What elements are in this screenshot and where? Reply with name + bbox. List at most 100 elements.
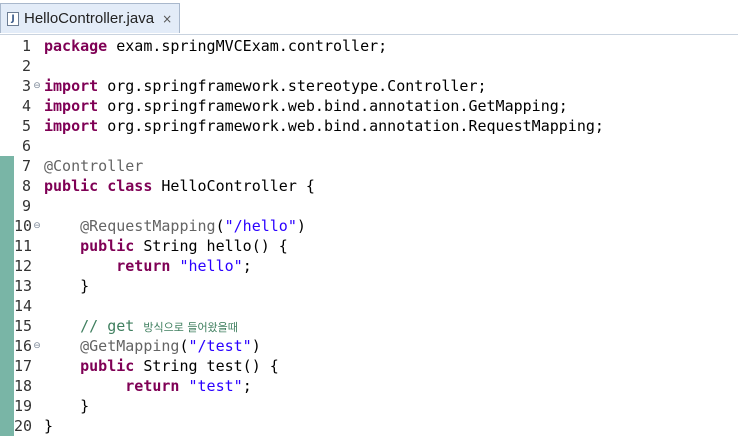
code-text[interactable]: @RequestMapping("/hello") xyxy=(44,216,306,236)
close-icon[interactable]: × xyxy=(162,12,172,26)
change-ruler-marker xyxy=(0,36,14,56)
code-line[interactable]: 2 xyxy=(0,56,738,76)
change-ruler-marker xyxy=(0,156,14,176)
code-text[interactable]: @Controller xyxy=(44,156,143,176)
code-text[interactable]: import org.springframework.stereotype.Co… xyxy=(44,76,487,96)
change-ruler-marker xyxy=(0,116,14,136)
line-number: 15 xyxy=(14,317,33,335)
code-line[interactable]: 19 } xyxy=(0,396,738,416)
code-line[interactable]: 13 } xyxy=(0,276,738,296)
change-ruler-marker xyxy=(0,316,14,336)
code-editor[interactable]: 1 package exam.springMVCExam.controller; 2… xyxy=(0,35,738,436)
code-text[interactable]: package exam.springMVCExam.controller; xyxy=(44,36,387,56)
code-text[interactable]: return "hello"; xyxy=(44,256,252,276)
line-number: 3 xyxy=(21,77,31,95)
line-number: 5 xyxy=(21,117,31,135)
line-number: 8 xyxy=(21,177,31,195)
code-token: // get xyxy=(80,317,144,335)
code-token: return xyxy=(125,377,180,395)
code-text[interactable]: @GetMapping("/test") xyxy=(44,336,261,356)
code-line[interactable]: 17 public String test() { xyxy=(0,356,738,376)
code-text[interactable]: } xyxy=(44,416,53,436)
code-line[interactable]: 15 // get 방식으로 들어왔을때 xyxy=(0,316,738,336)
tab-title: HelloController.java xyxy=(24,10,155,27)
code-token: } xyxy=(44,417,54,435)
code-line[interactable]: 8 public class HelloController { xyxy=(0,176,738,196)
code-line[interactable]: 5 import org.springframework.web.bind.ann… xyxy=(0,116,738,136)
code-line[interactable]: 4 import org.springframework.web.bind.ann… xyxy=(0,96,738,116)
code-line[interactable]: 14 xyxy=(0,296,738,316)
code-line[interactable]: 16 ⊖ @GetMapping("/test") xyxy=(0,336,738,356)
code-token: "test" xyxy=(188,377,243,395)
code-line[interactable]: 9 xyxy=(0,196,738,216)
code-token: ( xyxy=(215,217,225,235)
code-text[interactable]: } xyxy=(44,396,89,416)
code-line[interactable]: 12 return "hello"; xyxy=(0,256,738,276)
code-token: import xyxy=(44,117,99,135)
line-number: 16 xyxy=(14,337,33,355)
code-text[interactable]: public String test() { xyxy=(44,356,279,376)
code-token: @Controller xyxy=(44,157,144,175)
change-ruler-marker xyxy=(0,356,14,376)
line-number: 19 xyxy=(14,397,33,415)
change-ruler-marker xyxy=(0,216,14,236)
code-token: package xyxy=(44,37,108,55)
line-number: 20 xyxy=(14,417,33,435)
code-text[interactable]: import org.springframework.web.bind.anno… xyxy=(44,96,568,116)
code-line[interactable]: 18 return "test"; xyxy=(0,376,738,396)
change-ruler-marker xyxy=(0,416,14,436)
code-text[interactable]: return "test"; xyxy=(44,376,251,396)
fold-collapse-icon[interactable]: ⊖ xyxy=(31,76,43,96)
change-ruler-marker xyxy=(0,76,14,96)
code-line[interactable]: 10 ⊖ @RequestMapping("/hello") xyxy=(0,216,738,236)
code-line[interactable]: 7 @Controller xyxy=(0,156,738,176)
code-token: String hello() { xyxy=(134,237,288,255)
code-token: exam.springMVCExam.controller; xyxy=(107,37,388,55)
code-token: org.springframework.web.bind.annotation.… xyxy=(98,97,568,115)
change-ruler-marker xyxy=(0,56,14,76)
code-token: public xyxy=(44,177,99,195)
tab-hellocontroller-java[interactable]: J HelloController.java × xyxy=(0,3,180,33)
code-text[interactable]: import org.springframework.web.bind.anno… xyxy=(44,116,604,136)
code-token: class xyxy=(107,177,153,195)
editor-tab-bar: J HelloController.java × xyxy=(0,0,738,35)
code-token: import xyxy=(44,77,99,95)
change-ruler-marker xyxy=(0,396,14,416)
fold-collapse-icon[interactable]: ⊖ xyxy=(31,336,43,356)
code-token: String test() { xyxy=(134,357,279,375)
java-file-icon: J xyxy=(7,11,19,26)
code-token: } xyxy=(44,277,90,295)
code-line[interactable]: 6 xyxy=(0,136,738,156)
code-line[interactable]: 11 public String hello() { xyxy=(0,236,738,256)
line-number: 10 xyxy=(14,217,33,235)
line-number: 12 xyxy=(14,257,33,275)
code-token: ; xyxy=(242,257,252,275)
change-ruler-marker xyxy=(0,256,14,276)
code-token: "hello" xyxy=(179,257,243,275)
code-line[interactable]: 3 ⊖ import org.springframework.stereotype.… xyxy=(0,76,738,96)
code-token: ) xyxy=(296,217,306,235)
fold-collapse-icon[interactable]: ⊖ xyxy=(31,216,43,236)
code-text[interactable]: public class HelloController { xyxy=(44,176,315,196)
code-line[interactable]: 1 package exam.springMVCExam.controller; xyxy=(0,36,738,56)
code-text[interactable]: } xyxy=(44,276,89,296)
change-ruler-marker xyxy=(0,136,14,156)
code-text[interactable]: // get 방식으로 들어왔을때 xyxy=(44,316,238,338)
line-number: 11 xyxy=(14,237,33,255)
code-token: org.springframework.web.bind.annotation.… xyxy=(98,117,604,135)
code-token: org.springframework.stereotype.Controlle… xyxy=(98,77,487,95)
code-text[interactable]: public String hello() { xyxy=(44,236,288,256)
code-token: } xyxy=(44,397,90,415)
change-ruler-marker xyxy=(0,96,14,116)
code-token: public xyxy=(80,357,135,375)
change-ruler-marker xyxy=(0,196,14,216)
code-line[interactable]: 20} xyxy=(0,416,738,436)
code-token: "/test" xyxy=(188,337,252,355)
change-ruler-marker xyxy=(0,376,14,396)
code-token: "/hello" xyxy=(224,217,297,235)
